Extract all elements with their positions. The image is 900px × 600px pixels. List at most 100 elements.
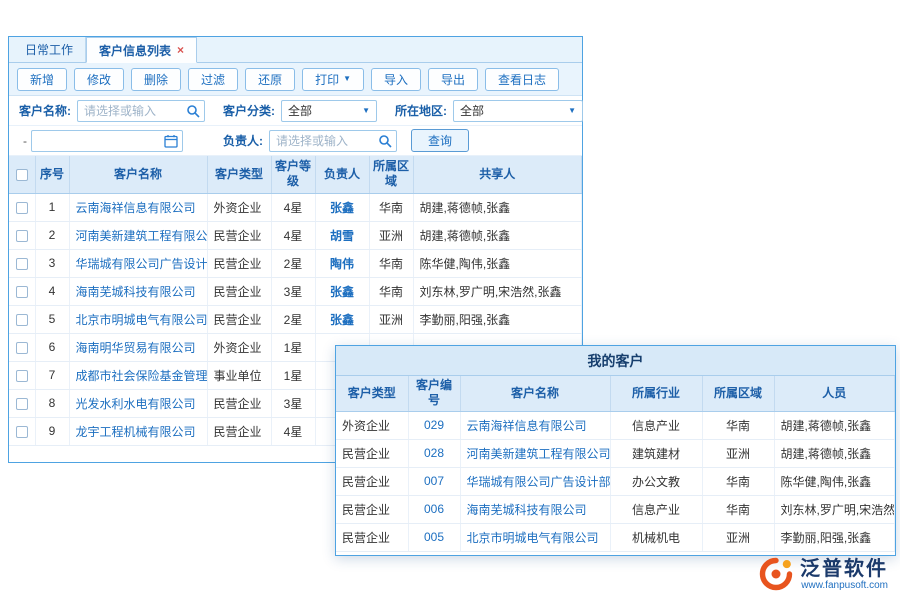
row-checkbox[interactable] bbox=[16, 314, 28, 326]
row-checkbox[interactable] bbox=[16, 286, 28, 298]
删除-button[interactable]: 删除 bbox=[131, 68, 181, 91]
新增-button[interactable]: 新增 bbox=[17, 68, 67, 91]
my-customers-title: 我的客户 bbox=[336, 346, 895, 376]
row-checkbox[interactable] bbox=[16, 370, 28, 382]
cell-people: 胡建,蒋德帧,张鑫 bbox=[774, 439, 895, 467]
customer-name-link[interactable]: 云南海祥信息有限公司 bbox=[69, 193, 207, 221]
customer-name-link[interactable]: 龙宇工程机械有限公司 bbox=[69, 417, 207, 445]
date-input[interactable] bbox=[32, 131, 182, 151]
cell-level: 3星 bbox=[271, 389, 315, 417]
logo-name: 泛普软件 bbox=[800, 558, 888, 580]
cell-people: 陈华健,陶伟,张鑫 bbox=[774, 467, 895, 495]
customer-code-link[interactable]: 029 bbox=[408, 411, 460, 439]
fanpu-logo-icon bbox=[758, 556, 794, 592]
customer-name-link[interactable]: 华瑞城有限公司广告设计部 bbox=[69, 249, 207, 277]
row-checkbox[interactable] bbox=[16, 202, 28, 214]
table-row[interactable]: 3华瑞城有限公司广告设计部民营企业2星陶伟华南陈华健,陶伟,张鑫 bbox=[9, 249, 582, 277]
tab-客户信息列表[interactable]: 客户信息列表× bbox=[86, 37, 197, 63]
cell-industry: 信息产业 bbox=[610, 411, 702, 439]
cell-owner[interactable]: 张鑫 bbox=[315, 305, 369, 333]
customer-name-link[interactable]: 海南明华贸易有限公司 bbox=[69, 333, 207, 361]
customer-name-link[interactable]: 北京市明城电气有限公司 bbox=[460, 523, 610, 551]
table-row[interactable]: 民营企业006海南芜城科技有限公司信息产业华南刘东林,罗广明,宋浩然,张鑫 bbox=[336, 495, 895, 523]
cell-num: 8 bbox=[35, 389, 69, 417]
chevron-down-icon: ▼ bbox=[343, 75, 351, 83]
customer-name-link[interactable]: 华瑞城有限公司广告设计部 bbox=[460, 467, 610, 495]
checkbox-cell bbox=[9, 361, 35, 389]
cell-owner[interactable]: 陶伟 bbox=[315, 249, 369, 277]
date-field[interactable] bbox=[31, 130, 183, 152]
cell-num: 7 bbox=[35, 361, 69, 389]
table-row[interactable]: 外资企业029云南海祥信息有限公司信息产业华南胡建,蒋德帧,张鑫 bbox=[336, 411, 895, 439]
cell-region: 华南 bbox=[702, 411, 774, 439]
cell-shared: 陈华健,陶伟,张鑫 bbox=[413, 249, 582, 277]
导入-button[interactable]: 导入 bbox=[371, 68, 421, 91]
table-row[interactable]: 民营企业028河南美新建筑工程有限公司建筑建材亚洲胡建,蒋德帧,张鑫 bbox=[336, 439, 895, 467]
cell-shared: 刘东林,罗广明,宋浩然,张鑫 bbox=[413, 277, 582, 305]
cell-type: 民营企业 bbox=[336, 523, 408, 551]
cell-shared: 李勤丽,阳强,张鑫 bbox=[413, 305, 582, 333]
table-row[interactable]: 1云南海祥信息有限公司外资企业4星张鑫华南胡建,蒋德帧,张鑫 bbox=[9, 193, 582, 221]
search-icon[interactable] bbox=[378, 134, 392, 148]
customer-name-link[interactable]: 光发水利水电有限公司 bbox=[69, 389, 207, 417]
category-select[interactable]: 全部 ▼ bbox=[281, 100, 377, 122]
customer-name-link[interactable]: 北京市明城电气有限公司 bbox=[69, 305, 207, 333]
owner-field[interactable] bbox=[269, 130, 397, 152]
region-select[interactable]: 全部 ▼ bbox=[453, 100, 583, 122]
cell-type: 民营企业 bbox=[207, 305, 271, 333]
还原-button[interactable]: 还原 bbox=[245, 68, 295, 91]
customer-code-link[interactable]: 005 bbox=[408, 523, 460, 551]
过滤-button[interactable]: 过滤 bbox=[188, 68, 238, 91]
cell-type: 民营企业 bbox=[336, 467, 408, 495]
table-row[interactable]: 民营企业007华瑞城有限公司广告设计部办公文教华南陈华健,陶伟,张鑫 bbox=[336, 467, 895, 495]
row-checkbox[interactable] bbox=[16, 398, 28, 410]
customer-name-link[interactable]: 海南芜城科技有限公司 bbox=[460, 495, 610, 523]
table-row[interactable]: 5北京市明城电气有限公司民营企业2星张鑫亚洲李勤丽,阳强,张鑫 bbox=[9, 305, 582, 333]
customer-code-link[interactable]: 006 bbox=[408, 495, 460, 523]
customer-name-link[interactable]: 海南芜城科技有限公司 bbox=[69, 277, 207, 305]
customer-code-link[interactable]: 007 bbox=[408, 467, 460, 495]
checkbox-cell bbox=[9, 305, 35, 333]
cell-region: 华南 bbox=[369, 193, 413, 221]
导出-button[interactable]: 导出 bbox=[428, 68, 478, 91]
cell-level: 2星 bbox=[271, 249, 315, 277]
close-icon[interactable]: × bbox=[177, 44, 184, 56]
table-row[interactable]: 4海南芜城科技有限公司民营企业3星张鑫华南刘东林,罗广明,宋浩然,张鑫 bbox=[9, 277, 582, 305]
category-value: 全部 bbox=[288, 102, 312, 119]
calendar-icon[interactable] bbox=[164, 134, 178, 148]
select-all-header bbox=[9, 156, 35, 193]
cell-people: 胡建,蒋德帧,张鑫 bbox=[774, 411, 895, 439]
cell-level: 4星 bbox=[271, 417, 315, 445]
table-row[interactable]: 民营企业005北京市明城电气有限公司机械机电亚洲李勤丽,阳强,张鑫 bbox=[336, 523, 895, 551]
查看日志-button[interactable]: 查看日志 bbox=[485, 68, 559, 91]
query-button[interactable]: 查询 bbox=[411, 129, 469, 152]
cell-industry: 建筑建材 bbox=[610, 439, 702, 467]
customer-name-link[interactable]: 成都市社会保险基金管理... bbox=[69, 361, 207, 389]
table-row[interactable]: 2河南美新建筑工程有限公司民营企业4星胡雪亚洲胡建,蒋德帧,张鑫 bbox=[9, 221, 582, 249]
region-value: 全部 bbox=[460, 102, 484, 119]
customer-name-link[interactable]: 云南海祥信息有限公司 bbox=[460, 411, 610, 439]
customer-code-link[interactable]: 028 bbox=[408, 439, 460, 467]
search-icon[interactable] bbox=[186, 104, 200, 118]
tab-label: 日常工作 bbox=[25, 41, 73, 58]
customer-name-link[interactable]: 河南美新建筑工程有限公司 bbox=[460, 439, 610, 467]
column-header: 负责人 bbox=[315, 156, 369, 193]
overlay-table-head-row: 客户类型客户编号客户名称所属行业所属区域人员 bbox=[336, 376, 895, 411]
row-checkbox[interactable] bbox=[16, 342, 28, 354]
my-customers-table-container: 客户类型客户编号客户名称所属行业所属区域人员 外资企业029云南海祥信息有限公司… bbox=[336, 376, 895, 555]
select-all-checkbox[interactable] bbox=[16, 169, 28, 181]
cell-level: 1星 bbox=[271, 333, 315, 361]
打印-button[interactable]: 打印▼ bbox=[302, 68, 364, 91]
column-header: 客户类型 bbox=[336, 376, 408, 411]
cell-owner[interactable]: 张鑫 bbox=[315, 193, 369, 221]
cell-owner[interactable]: 张鑫 bbox=[315, 277, 369, 305]
row-checkbox[interactable] bbox=[16, 230, 28, 242]
customer-name-link[interactable]: 河南美新建筑工程有限公司 bbox=[69, 221, 207, 249]
tab-日常工作[interactable]: 日常工作 bbox=[13, 37, 86, 62]
cell-owner[interactable]: 胡雪 bbox=[315, 221, 369, 249]
修改-button[interactable]: 修改 bbox=[74, 68, 124, 91]
customer-name-field[interactable] bbox=[77, 100, 205, 122]
button-label: 导出 bbox=[441, 71, 465, 88]
row-checkbox[interactable] bbox=[16, 426, 28, 438]
row-checkbox[interactable] bbox=[16, 258, 28, 270]
